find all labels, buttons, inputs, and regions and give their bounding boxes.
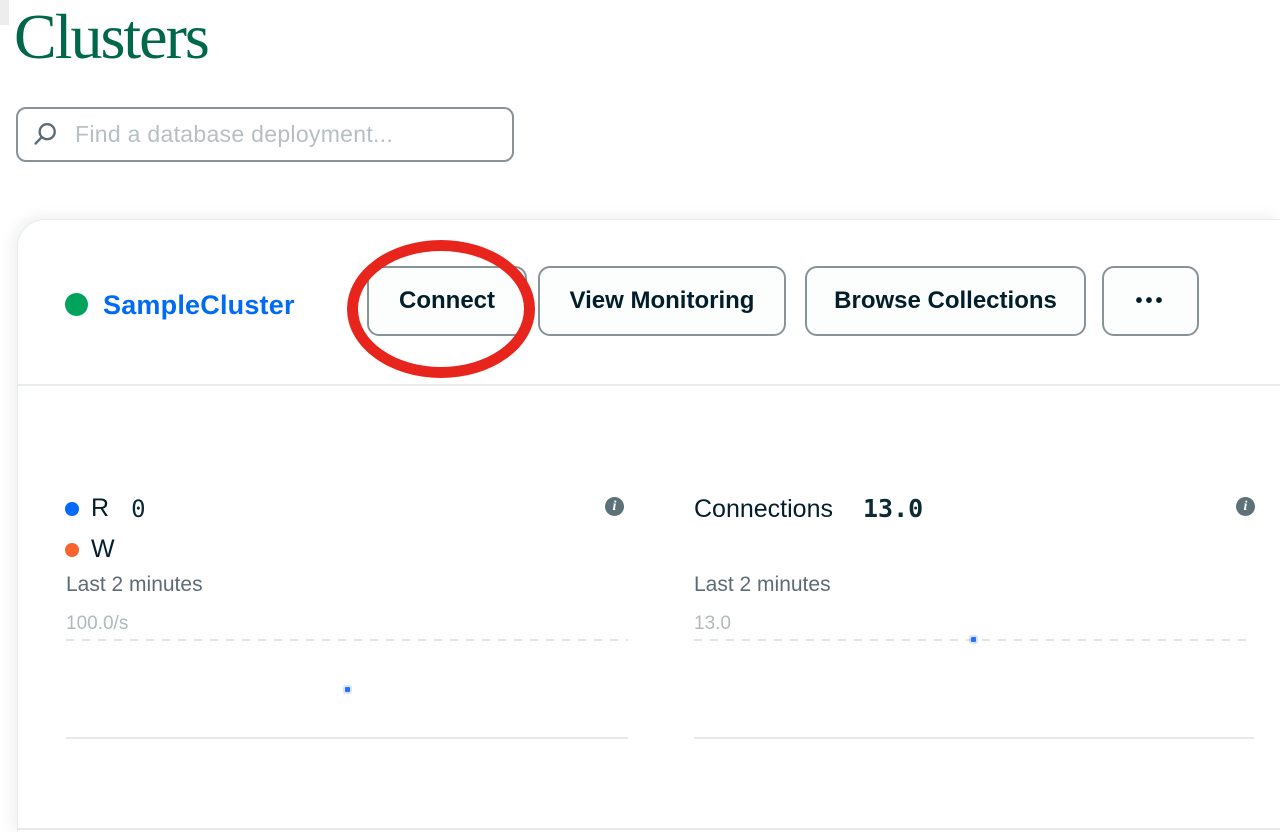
operations-chart-max-gridline [66,639,628,641]
operations-ymax-label: 100.0/s [66,613,128,635]
operations-timeframe: Last 2 minutes [66,573,203,597]
search-input[interactable] [73,120,498,149]
view-monitoring-button[interactable]: View Monitoring [538,266,786,336]
connections-ymax-label: 13.0 [694,613,731,635]
connections-title: Connections [694,495,833,524]
write-legend-label: W [91,535,115,564]
cluster-name-link[interactable]: SampleCluster [103,290,295,321]
screen-edge-artifact [0,0,9,25]
cluster-status-dot [65,293,88,316]
operations-data-point [345,687,350,692]
browse-collections-button[interactable]: Browse Collections [805,266,1086,336]
search-icon [32,121,59,148]
legend-row-write: W [65,535,115,564]
connections-header: Connections 13.0 [694,494,923,524]
connections-data-point [971,637,976,642]
operations-info-icon[interactable]: i [605,497,624,516]
read-legend-label: R [91,494,109,523]
connections-timeframe: Last 2 minutes [694,573,831,597]
card-header-divider [17,384,1280,386]
card-section-divider [17,828,1280,830]
legend-row-read: R 0 [65,494,146,523]
connections-chart-baseline [694,737,1254,739]
read-legend-dot [65,502,79,516]
page-title: Clusters [14,2,208,72]
search-box[interactable] [16,107,514,162]
connections-value: 13.0 [863,494,923,523]
write-legend-dot [65,543,79,557]
operations-chart-baseline [66,737,628,739]
read-legend-value: 0 [131,495,145,523]
more-options-button[interactable]: ••• [1102,266,1199,336]
connect-button[interactable]: Connect [367,266,527,336]
connections-info-icon[interactable]: i [1236,497,1255,516]
